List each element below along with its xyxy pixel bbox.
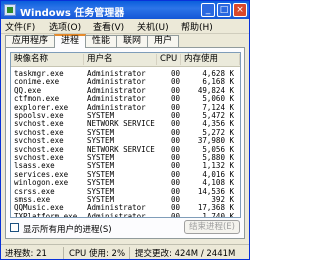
end-process-button[interactable]: 结束进程(E)	[184, 220, 240, 234]
tab-strip: 应用程序 进程 性能 联网 用户	[5, 34, 245, 48]
status-separator	[63, 247, 64, 259]
task-manager-icon	[4, 4, 16, 16]
cpu-cell: 00	[170, 211, 180, 218]
status-cpu-usage: CPU 使用: 2%	[69, 249, 126, 259]
status-process-count: 进程数: 21	[5, 249, 47, 259]
close-button[interactable]: ×	[233, 3, 247, 17]
window-title: Windows 任务管理器	[20, 8, 125, 19]
status-separator	[129, 247, 130, 259]
menu-bar: 文件(F) 选项(O) 查看(V) 关机(U) 帮助(H)	[1, 19, 249, 34]
show-all-users-checkbox[interactable]	[10, 223, 19, 232]
title-bar[interactable]: Windows 任务管理器 _ □ ×	[1, 1, 249, 19]
show-all-users-label: 显示所有用户的进程(S)	[23, 225, 112, 235]
menu-shutdown[interactable]: 关机(U)	[137, 20, 169, 33]
tab-processes[interactable]: 进程	[54, 34, 86, 48]
task-manager-window: Windows 任务管理器 _ □ × 文件(F) 选项(O) 查看(V) 关机…	[0, 0, 250, 260]
status-commit-charge: 提交更改: 424M / 2441M	[135, 249, 236, 259]
menu-options[interactable]: 选项(O)	[49, 20, 81, 33]
tab-networking[interactable]: 联网	[116, 35, 148, 47]
menu-file[interactable]: 文件(F)	[5, 20, 35, 33]
column-header-cpu[interactable]: CPU	[157, 54, 181, 65]
processes-panel: 映像名称 用户名 CPU 内存使用 taskmgr.exe Administrat…	[5, 47, 245, 239]
column-header-user-name[interactable]: 用户名	[84, 54, 157, 65]
tab-performance[interactable]: 性能	[85, 35, 117, 47]
tab-applications[interactable]: 应用程序	[5, 35, 55, 47]
mem-usage-cell: 1,740 K	[202, 211, 234, 218]
user-name-cell: Administrator	[87, 211, 146, 218]
table-row[interactable]: TXPlatform.exe Administrator 00 1,740 K	[11, 211, 240, 218]
column-header-mem-usage[interactable]: 内存使用	[181, 54, 240, 65]
status-bar: 进程数: 21 CPU 使用: 2% 提交更改: 424M / 2441M	[1, 244, 249, 259]
process-list[interactable]: 映像名称 用户名 CPU 内存使用 taskmgr.exe Administrat…	[10, 52, 241, 218]
menu-view[interactable]: 查看(V)	[93, 20, 124, 33]
menu-help[interactable]: 帮助(H)	[181, 20, 213, 33]
list-header: 映像名称 用户名 CPU 内存使用	[11, 53, 240, 67]
maximize-button[interactable]: □	[217, 3, 231, 17]
tab-users[interactable]: 用户	[147, 35, 179, 47]
image-name-cell: TXPlatform.exe	[14, 211, 78, 218]
column-header-image-name[interactable]: 映像名称	[11, 54, 84, 65]
minimize-button[interactable]: _	[201, 3, 215, 17]
